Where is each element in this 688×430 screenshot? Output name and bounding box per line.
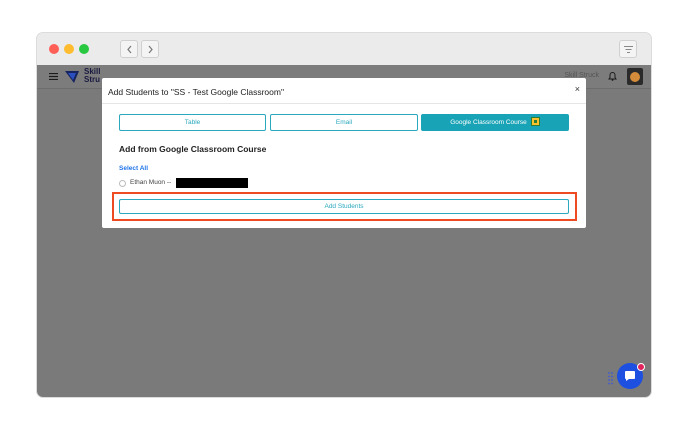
browser-toolbar xyxy=(37,33,651,65)
forward-button[interactable] xyxy=(141,40,159,58)
logo-text: Skill Stru xyxy=(84,68,100,84)
student-name: Ethan Muon -- xyxy=(130,179,172,186)
select-all-link[interactable]: Select All xyxy=(119,165,148,172)
minimize-window-button[interactable] xyxy=(64,44,74,54)
google-classroom-icon xyxy=(530,116,540,126)
redacted-block xyxy=(176,178,248,188)
section-title: Add from Google Classroom Course xyxy=(119,144,267,154)
tab-email[interactable]: Email xyxy=(270,114,418,131)
avatar-face-icon xyxy=(630,72,640,82)
tab-google-classroom-label: Google Classroom Course xyxy=(450,119,527,126)
hamburger-icon[interactable] xyxy=(49,73,58,80)
back-button[interactable] xyxy=(120,40,138,58)
avatar[interactable] xyxy=(627,68,643,85)
tab-table[interactable]: Table xyxy=(119,114,266,131)
tab-table-label: Table xyxy=(184,119,201,126)
browser-menu-button[interactable] xyxy=(619,40,637,58)
drag-handle-icon[interactable] xyxy=(608,372,613,385)
tab-email-label: Email xyxy=(335,119,353,126)
highlight-box xyxy=(112,192,577,221)
logo-text-line2: Stru xyxy=(84,75,100,84)
divider xyxy=(102,103,586,104)
notification-badge xyxy=(637,363,645,371)
modal-title: Add Students to "SS - Test Google Classr… xyxy=(108,87,284,97)
close-icon[interactable]: × xyxy=(575,84,580,94)
add-students-modal: Add Students to "SS - Test Google Classr… xyxy=(102,78,586,228)
logo-icon xyxy=(65,71,79,83)
close-window-button[interactable] xyxy=(49,44,59,54)
menu-lines-icon xyxy=(624,46,633,53)
chat-bubble-icon xyxy=(625,371,635,381)
maximize-window-button[interactable] xyxy=(79,44,89,54)
bell-icon[interactable] xyxy=(608,71,617,81)
student-checkbox[interactable] xyxy=(119,180,126,187)
chevron-left-icon xyxy=(127,45,132,54)
chevron-right-icon xyxy=(148,45,153,54)
tab-google-classroom[interactable]: Google Classroom Course xyxy=(421,114,569,131)
